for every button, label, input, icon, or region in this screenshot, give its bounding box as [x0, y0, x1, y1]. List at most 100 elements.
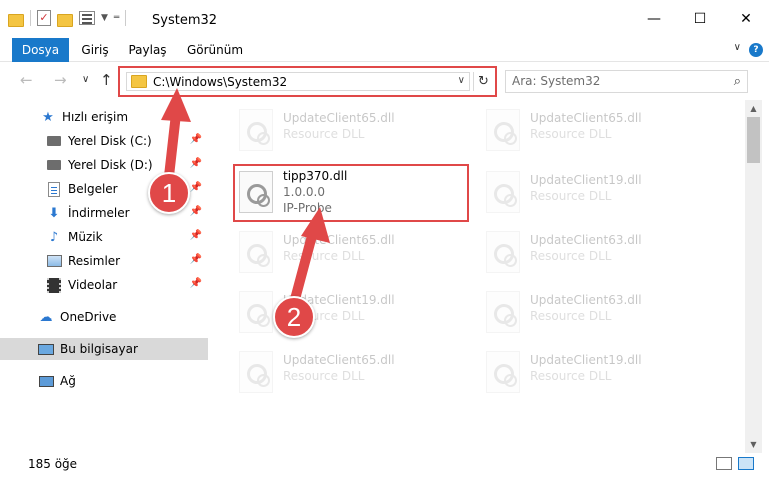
pin-icon[interactable]: 📌	[190, 158, 202, 169]
file-name: UpdateClient65.dll	[283, 353, 395, 367]
sidebar-item-this-pc[interactable]: Bu bilgisayar	[0, 338, 208, 360]
up-button[interactable]: ↑	[100, 71, 113, 89]
tab-file[interactable]: Dosya	[12, 38, 69, 62]
pin-icon[interactable]: 📌	[190, 182, 202, 193]
file-name: UpdateClient19.dll	[530, 353, 642, 367]
file-item[interactable]: UpdateClient19.dll Resource DLL	[480, 166, 720, 218]
file-item[interactable]: UpdateClient65.dll Resource DLL	[233, 104, 473, 156]
address-row: ← → ∨ ↑ C:\Windows\System32 ∨ ↻ ⌕	[0, 62, 769, 100]
search-input[interactable]	[512, 71, 722, 91]
window-title: System32	[152, 13, 218, 28]
properties-check-icon[interactable]: ✓	[37, 10, 51, 26]
file-list: UpdateClient65.dll Resource DLL tipp370.d…	[208, 100, 745, 453]
music-icon: ♪	[49, 229, 59, 245]
dll-file-icon	[239, 351, 273, 393]
file-description: Resource DLL	[283, 127, 365, 141]
dll-file-icon	[239, 231, 273, 273]
sidebar-item-label: Videolar	[68, 278, 118, 292]
sidebar-item-label: Müzik	[68, 230, 103, 244]
search-icon[interactable]: ⌕	[734, 74, 741, 89]
address-history-chevron-icon[interactable]: ∨	[458, 75, 465, 86]
tab-home[interactable]: Giriş	[74, 38, 116, 62]
help-icon[interactable]: ?	[749, 43, 763, 57]
highlight-box	[233, 164, 469, 222]
new-folder-icon[interactable]	[57, 13, 73, 27]
item-count: 185 öğe	[28, 457, 78, 471]
file-description: Resource DLL	[283, 369, 365, 383]
drive-icon	[46, 157, 62, 173]
sidebar-item-videos[interactable]: Videolar 📌	[0, 274, 208, 296]
search-box: ⌕	[505, 70, 748, 93]
recent-locations-button[interactable]: ∨	[82, 74, 89, 85]
ribbon-expand-icon[interactable]: ∨	[734, 42, 741, 53]
maximize-button[interactable]: ☐	[677, 0, 723, 38]
pin-icon[interactable]: 📌	[190, 278, 202, 289]
refresh-button[interactable]: ↻	[473, 72, 493, 91]
sidebar-item-label: Ağ	[60, 374, 76, 388]
step-1-badge: 1	[148, 172, 190, 214]
address-bar[interactable]: C:\Windows\System32 ∨	[126, 72, 470, 91]
sidebar-item-label: Resimler	[68, 254, 121, 268]
scroll-down-icon[interactable]: ▼	[745, 436, 762, 453]
sidebar-item-pictures[interactable]: Resimler 📌	[0, 250, 208, 272]
ribbon-tabs: Dosya Giriş Paylaş Görünüm ∨ ?	[0, 38, 769, 62]
pin-icon[interactable]: 📌	[190, 206, 202, 217]
folder-icon	[8, 13, 24, 27]
address-bar-highlight: C:\Windows\System32 ∨ ↻	[118, 66, 497, 97]
file-description: Resource DLL	[530, 369, 612, 383]
tab-share[interactable]: Paylaş	[120, 38, 175, 62]
pictures-icon	[46, 253, 62, 269]
dll-file-icon	[486, 291, 520, 333]
file-name: UpdateClient19.dll	[530, 173, 642, 187]
large-icons-view-icon[interactable]	[738, 457, 754, 470]
pin-icon[interactable]: 📌	[190, 254, 202, 265]
customize-toolbar-icon[interactable]: ═	[114, 13, 119, 23]
dll-file-icon	[239, 109, 273, 151]
dll-file-icon	[486, 231, 520, 273]
dll-file-icon	[239, 291, 273, 333]
sidebar-item-onedrive[interactable]: ☁ OneDrive	[0, 306, 208, 328]
scroll-up-icon[interactable]: ▲	[745, 100, 762, 117]
pin-icon[interactable]: 📌	[190, 134, 202, 145]
file-item[interactable]: UpdateClient19.dll Resource DLL	[480, 346, 720, 398]
sidebar-item-music[interactable]: ♪ Müzik 📌	[0, 226, 208, 248]
file-description: Resource DLL	[530, 189, 612, 203]
sidebar-item-label: Yerel Disk (D:)	[68, 158, 153, 172]
scroll-thumb[interactable]	[747, 117, 760, 163]
download-icon: ⬇	[48, 205, 60, 221]
sidebar-item-network[interactable]: Ağ	[0, 370, 208, 392]
dll-file-icon	[486, 351, 520, 393]
sidebar-item-label: Belgeler	[68, 182, 118, 196]
details-view-icon[interactable]	[716, 457, 732, 470]
address-path[interactable]: C:\Windows\System32	[153, 75, 287, 89]
file-item[interactable]: UpdateClient65.dll Resource DLL	[480, 104, 720, 156]
minimize-button[interactable]: —	[631, 0, 677, 38]
quick-access-toolbar: ✓ ▼ ═	[8, 10, 127, 27]
sidebar-item-label: Hızlı erişim	[62, 110, 129, 124]
sidebar-item-local-disk-c[interactable]: Yerel Disk (C:) 📌	[0, 130, 208, 152]
dll-file-icon	[486, 171, 520, 213]
file-item[interactable]: UpdateClient65.dll Resource DLL	[233, 226, 473, 278]
chevron-down-icon[interactable]: ▼	[101, 13, 108, 23]
network-icon	[38, 373, 54, 389]
file-description: Resource DLL	[530, 309, 612, 323]
vertical-scrollbar[interactable]: ▲ ▼	[745, 100, 762, 453]
file-item[interactable]: UpdateClient63.dll Resource DLL	[480, 286, 720, 338]
sidebar-item-label: İndirmeler	[68, 206, 130, 220]
back-button[interactable]: ←	[20, 71, 33, 89]
close-button[interactable]: ✕	[723, 0, 769, 38]
sidebar-item-label: Yerel Disk (C:)	[68, 134, 152, 148]
file-name: UpdateClient65.dll	[283, 233, 395, 247]
folder-icon	[131, 75, 147, 88]
sidebar-item-label: OneDrive	[60, 310, 117, 324]
file-item[interactable]: UpdateClient19.dll Resource DLL	[233, 286, 473, 338]
sidebar-item-quick-access[interactable]: ★ Hızlı erişim	[0, 106, 208, 128]
pin-icon[interactable]: 📌	[190, 230, 202, 241]
tab-view[interactable]: Görünüm	[180, 38, 250, 62]
properties-icon[interactable]	[79, 11, 95, 25]
computer-icon	[38, 341, 54, 357]
cloud-icon: ☁	[39, 309, 53, 325]
file-item[interactable]: UpdateClient65.dll Resource DLL	[233, 346, 473, 398]
forward-button[interactable]: →	[54, 71, 67, 89]
file-item[interactable]: UpdateClient63.dll Resource DLL	[480, 226, 720, 278]
